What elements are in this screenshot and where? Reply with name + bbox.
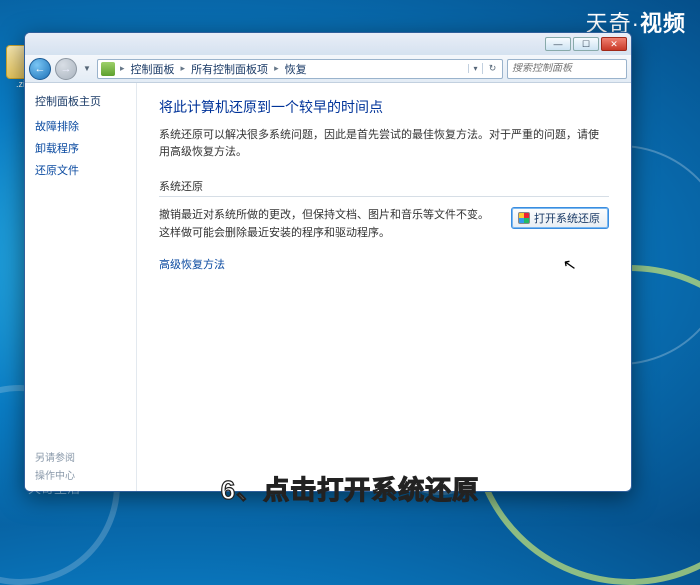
system-restore-group-label: 系统还原 xyxy=(159,178,609,194)
sidebar-item-restore-files[interactable]: 还原文件 xyxy=(35,159,136,181)
address-dropdown[interactable]: ▾ xyxy=(468,64,482,73)
page-description: 系统还原可以解决很多系统问题，因此是首先尝试的最佳恢复方法。对于严重的问题，请使… xyxy=(159,127,609,160)
tutorial-caption: 6、点击打开系统还原 xyxy=(221,470,479,507)
chevron-right-icon[interactable]: ▸ xyxy=(179,63,188,74)
see-also-heading: 另请参阅 xyxy=(35,449,136,464)
breadcrumb[interactable]: 所有控制面板项 xyxy=(187,61,272,77)
control-panel-window: — ☐ ✕ ← → ▼ ▸ 控制面板 ▸ 所有控制面板项 ▸ 恢复 ▾ ↻ 🔍 … xyxy=(24,32,632,492)
sidebar: 控制面板主页 故障排除 卸载程序 还原文件 另请参阅 操作中心 xyxy=(25,83,137,491)
titlebar: — ☐ ✕ xyxy=(25,33,631,55)
breadcrumb[interactable]: 恢复 xyxy=(281,61,311,77)
sidebar-item-uninstall[interactable]: 卸载程序 xyxy=(35,137,136,159)
open-system-restore-button[interactable]: 打开系统还原 xyxy=(511,207,609,229)
cursor-icon: ↖ xyxy=(561,254,578,276)
refresh-button[interactable]: ↻ xyxy=(482,63,502,74)
advanced-recovery-link[interactable]: 高级恢复方法 xyxy=(159,256,225,272)
search-input[interactable] xyxy=(508,63,632,74)
close-button[interactable]: ✕ xyxy=(601,37,627,51)
maximize-button[interactable]: ☐ xyxy=(573,37,599,51)
back-button[interactable]: ← xyxy=(29,58,51,80)
sidebar-item-troubleshoot[interactable]: 故障排除 xyxy=(35,115,136,137)
divider xyxy=(159,196,609,197)
minimize-button[interactable]: — xyxy=(545,37,571,51)
search-box[interactable]: 🔍 xyxy=(507,59,627,79)
control-panel-icon xyxy=(101,62,115,76)
watermark: 天奇生活 xyxy=(28,478,80,497)
shield-icon xyxy=(518,212,530,224)
nav-history-dropdown[interactable]: ▼ xyxy=(81,58,93,80)
open-system-restore-label: 打开系统还原 xyxy=(534,210,600,226)
sidebar-heading[interactable]: 控制面板主页 xyxy=(35,93,136,109)
chevron-right-icon[interactable]: ▸ xyxy=(272,63,281,74)
navbar: ← → ▼ ▸ 控制面板 ▸ 所有控制面板项 ▸ 恢复 ▾ ↻ 🔍 xyxy=(25,55,631,83)
forward-button[interactable]: → xyxy=(55,58,77,80)
chevron-right-icon[interactable]: ▸ xyxy=(118,63,127,74)
breadcrumb[interactable]: 控制面板 xyxy=(127,61,179,77)
page-title: 将此计算机还原到一个较早的时间点 xyxy=(159,97,609,117)
system-restore-description: 撤销最近对系统所做的更改，但保持文档、图片和音乐等文件不变。这样做可能会删除最近… xyxy=(159,207,497,242)
content-pane: 将此计算机还原到一个较早的时间点 系统还原可以解决很多系统问题，因此是首先尝试的… xyxy=(137,83,631,491)
address-bar[interactable]: ▸ 控制面板 ▸ 所有控制面板项 ▸ 恢复 ▾ ↻ xyxy=(97,59,503,79)
